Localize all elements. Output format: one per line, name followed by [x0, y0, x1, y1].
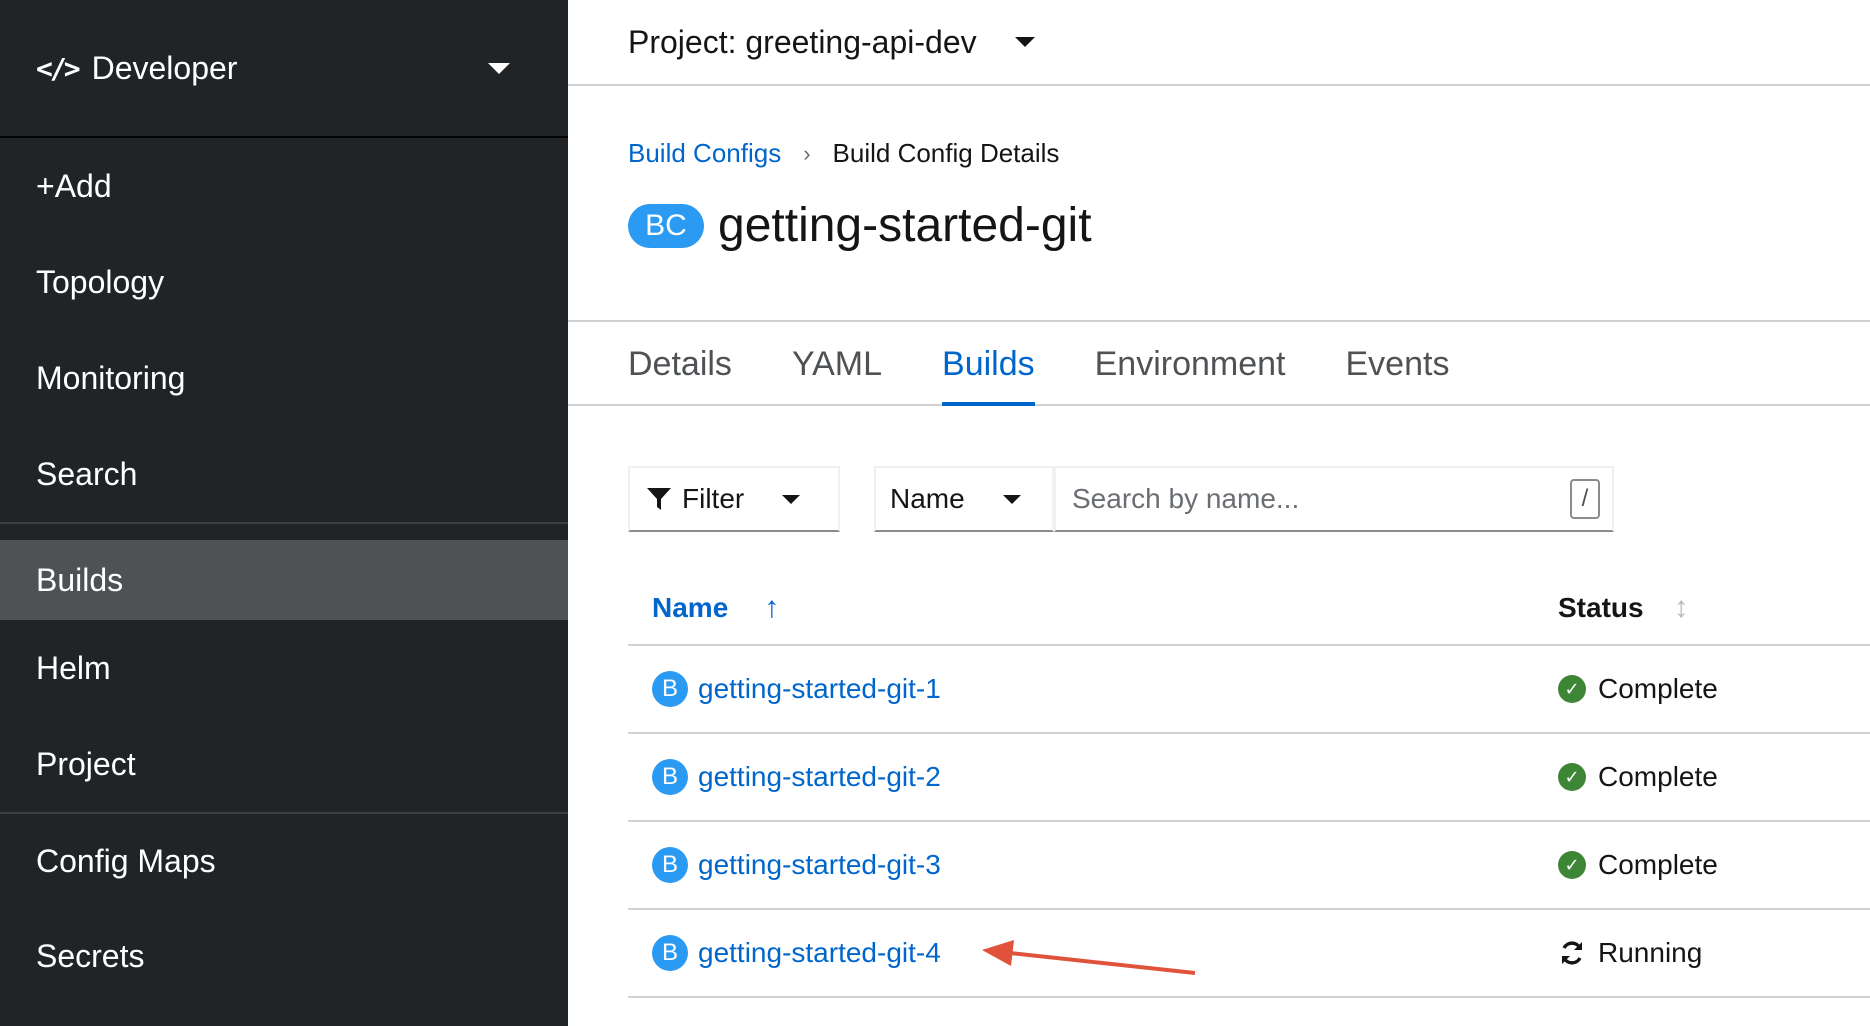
- sidebar-item-search[interactable]: Search: [0, 426, 568, 522]
- build-name-cell: B getting-started-git-4: [628, 935, 1558, 971]
- filter-icon: [647, 488, 671, 510]
- nav-group-resources: Builds Helm Project: [0, 524, 568, 814]
- table-row: B getting-started-git-1 ✓ Complete: [628, 646, 1870, 734]
- table-row: B getting-started-git-2 ✓ Complete: [628, 734, 1870, 822]
- filter-type-select[interactable]: Name: [874, 466, 1054, 532]
- search-box: /: [1054, 466, 1614, 532]
- filter-toolbar: Filter Name /: [628, 466, 1614, 532]
- column-name-label: Name: [652, 592, 729, 623]
- table-row: B getting-started-git-4 Running: [628, 910, 1870, 998]
- breadcrumb-build-configs-link[interactable]: Build Configs: [628, 138, 781, 169]
- build-status-cell: ✓ Complete: [1558, 849, 1718, 881]
- search-input[interactable]: [1072, 483, 1570, 515]
- tab-events[interactable]: Events: [1346, 322, 1450, 406]
- tab-yaml[interactable]: YAML: [792, 322, 882, 406]
- build-badge: B: [652, 847, 688, 883]
- build-link[interactable]: getting-started-git-3: [698, 849, 941, 881]
- check-circle-icon: ✓: [1558, 675, 1586, 703]
- build-status-cell: ✓ Complete: [1558, 673, 1718, 705]
- status-text: Complete: [1598, 761, 1718, 792]
- build-status-cell: Running: [1558, 937, 1702, 969]
- sidebar-item-add[interactable]: +Add: [0, 138, 568, 234]
- check-circle-icon: ✓: [1558, 763, 1586, 791]
- resource-badge: BC: [628, 203, 704, 248]
- filter-label: Filter: [682, 483, 745, 514]
- project-bar: Project: greeting-api-dev: [568, 0, 1870, 86]
- status-text: Running: [1598, 937, 1703, 968]
- sort-ascending-icon: ↑: [764, 591, 780, 624]
- caret-down-icon: [782, 494, 801, 504]
- build-link[interactable]: getting-started-git-2: [698, 761, 941, 793]
- sidebar: </> Developer +Add Topology Monitoring S…: [0, 0, 568, 1026]
- sort-icon: ↕: [1673, 591, 1689, 624]
- breadcrumb: Build Configs › Build Config Details: [628, 138, 1059, 169]
- sidebar-item-monitoring[interactable]: Monitoring: [0, 330, 568, 426]
- code-icon: </>: [36, 51, 81, 85]
- table-row: B getting-started-git-3 ✓ Complete: [628, 822, 1870, 910]
- tab-environment[interactable]: Environment: [1095, 322, 1286, 406]
- page-title: getting-started-git: [718, 199, 1092, 252]
- chevron-right-icon: ›: [803, 140, 811, 166]
- status-text: Complete: [1598, 849, 1718, 880]
- sidebar-item-config-maps[interactable]: Config Maps: [0, 814, 568, 909]
- build-name-cell: B getting-started-git-3: [628, 847, 1558, 883]
- tab-details[interactable]: Details: [628, 322, 732, 406]
- perspective-switcher[interactable]: </> Developer: [0, 0, 568, 138]
- caret-down-icon: [488, 62, 510, 74]
- project-selector[interactable]: Project: greeting-api-dev: [628, 24, 977, 61]
- build-link[interactable]: getting-started-git-1: [698, 673, 941, 705]
- build-badge: B: [652, 759, 688, 795]
- builds-table: Name ↑ Status ↕ B getting-started-git-1 …: [628, 572, 1870, 998]
- build-badge: B: [652, 935, 688, 971]
- filter-type-value: Name: [890, 483, 965, 514]
- build-name-cell: B getting-started-git-2: [628, 759, 1558, 795]
- perspective-label: Developer: [91, 49, 238, 86]
- check-circle-icon: ✓: [1558, 851, 1586, 879]
- tab-bar: Details YAML Builds Environment Events: [568, 320, 1870, 406]
- build-name-cell: B getting-started-git-1: [628, 671, 1558, 707]
- page-heading: BC getting-started-git: [628, 198, 1092, 253]
- main-content: Project: greeting-api-dev Build Configs …: [568, 0, 1870, 1026]
- breadcrumb-current: Build Config Details: [832, 138, 1060, 168]
- column-header-name[interactable]: Name ↑: [628, 591, 1558, 625]
- column-status-label: Status: [1558, 592, 1644, 623]
- status-text: Complete: [1598, 673, 1718, 704]
- sidebar-item-builds[interactable]: Builds: [0, 540, 568, 620]
- sidebar-item-helm[interactable]: Helm: [0, 620, 568, 716]
- nav-group-config: Config Maps Secrets: [0, 814, 568, 1004]
- sidebar-item-secrets[interactable]: Secrets: [0, 909, 568, 1004]
- filter-dropdown[interactable]: Filter: [628, 466, 840, 532]
- nav-group-main: +Add Topology Monitoring Search: [0, 138, 568, 524]
- build-badge: B: [652, 671, 688, 707]
- table-header: Name ↑ Status ↕: [628, 572, 1870, 646]
- column-header-status[interactable]: Status ↕: [1558, 591, 1689, 625]
- sidebar-item-topology[interactable]: Topology: [0, 234, 568, 330]
- caret-down-icon: [1002, 494, 1021, 504]
- build-link[interactable]: getting-started-git-4: [698, 937, 941, 969]
- sidebar-item-project[interactable]: Project: [0, 716, 568, 812]
- sync-icon: [1558, 939, 1586, 967]
- tab-builds[interactable]: Builds: [942, 322, 1035, 406]
- build-status-cell: ✓ Complete: [1558, 761, 1718, 793]
- keyboard-shortcut-hint: /: [1570, 479, 1600, 519]
- caret-down-icon[interactable]: [1014, 37, 1035, 47]
